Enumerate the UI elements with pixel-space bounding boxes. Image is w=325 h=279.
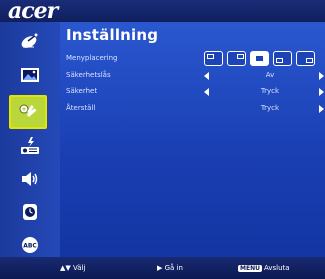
- up-down-arrows-icon: ▲▼: [60, 264, 71, 272]
- position-marker: [237, 54, 244, 59]
- sidebar-item-language[interactable]: ABC: [8, 230, 52, 260]
- menu-position-bottom-right[interactable]: [296, 51, 315, 66]
- page-title: Inställning: [66, 26, 159, 44]
- menu-key-icon: MENU: [238, 265, 262, 272]
- security-label: Säkerhet: [66, 87, 98, 95]
- speaker-icon: [22, 172, 38, 186]
- menu-location-row[interactable]: Menyplacering: [66, 51, 320, 66]
- position-marker: [207, 54, 214, 59]
- wrench-settings-icon: [19, 104, 37, 117]
- right-triangle-icon: ▶: [157, 264, 163, 272]
- footer-enter-label: Gå in: [164, 264, 183, 272]
- security-lock-label: Säkerhetslås: [66, 71, 111, 79]
- footer-select-label: Välj: [73, 264, 86, 272]
- left-arrow-icon[interactable]: [204, 88, 209, 96]
- sidebar-item-settings[interactable]: [9, 95, 47, 129]
- right-arrow-icon[interactable]: [319, 72, 324, 80]
- security-lock-value: Av: [265, 71, 275, 79]
- footer-enter-hint: ▶ Gå in: [157, 264, 183, 272]
- footer-bar: ▲▼ Välj ▶ Gå in MENU Avsluta: [0, 257, 325, 279]
- menu-position-bottom-left[interactable]: [273, 51, 292, 66]
- reset-value: Tryck: [260, 104, 280, 112]
- menu-position-top-right[interactable]: [227, 51, 246, 66]
- projector-lamp-icon: [21, 137, 39, 154]
- footer-exit-label: Avsluta: [263, 264, 290, 272]
- sidebar-item-timer[interactable]: [8, 197, 52, 227]
- sidebar-item-color[interactable]: [8, 26, 52, 56]
- language-abc-icon: ABC: [22, 237, 38, 253]
- osd-menu: acer ABC Inställning Menyplacering Säker…: [0, 0, 325, 279]
- brand-logo: acer: [8, 0, 58, 24]
- clock-timer-icon: [23, 204, 37, 220]
- security-lock-row[interactable]: Säkerhetslås Av: [66, 68, 324, 83]
- position-marker: [276, 58, 283, 63]
- satellite-dish-icon: [21, 33, 38, 48]
- sidebar-item-audio[interactable]: [8, 164, 52, 194]
- security-row[interactable]: Säkerhet Tryck: [66, 84, 324, 99]
- security-value: Tryck: [260, 87, 280, 95]
- sidebar-item-image[interactable]: [8, 60, 52, 90]
- right-arrow-icon[interactable]: [319, 105, 324, 113]
- position-marker: [306, 58, 313, 63]
- menu-location-label: Menyplacering: [66, 54, 118, 62]
- position-marker: [256, 56, 263, 61]
- left-arrow-icon[interactable]: [204, 72, 209, 80]
- sidebar-item-management[interactable]: [8, 131, 52, 161]
- footer-select-hint: ▲▼ Välj: [60, 264, 85, 272]
- reset-row[interactable]: Återställ Tryck: [66, 101, 324, 116]
- svg-text:ABC: ABC: [23, 243, 37, 250]
- right-arrow-icon[interactable]: [319, 88, 324, 96]
- menu-position-center[interactable]: [250, 51, 269, 66]
- header-bar: acer: [0, 0, 325, 24]
- reset-label: Återställ: [66, 104, 96, 112]
- sidebar: ABC: [0, 22, 60, 257]
- menu-position-top-left[interactable]: [204, 51, 223, 66]
- footer-exit-hint: MENU Avsluta: [238, 264, 290, 272]
- picture-icon: [21, 68, 39, 82]
